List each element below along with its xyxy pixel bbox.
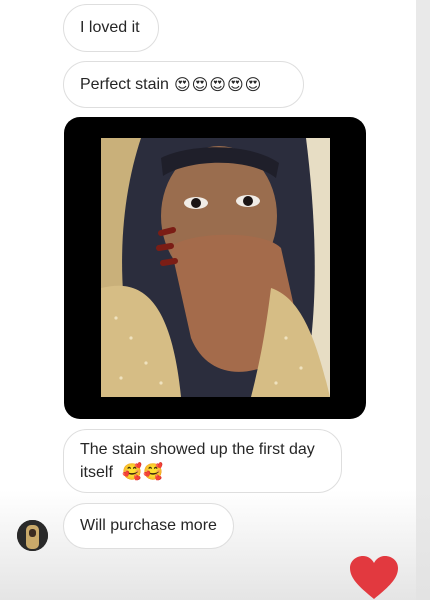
message-bubble[interactable]: I loved it <box>63 4 159 52</box>
message-bubble[interactable]: The stain showed up the first day itself… <box>63 429 342 493</box>
avatar-icon <box>17 520 48 551</box>
photo-message[interactable] <box>64 117 366 419</box>
message-text: Perfect stain <box>80 75 169 93</box>
shared-photo <box>101 138 330 397</box>
message-text: I loved it <box>80 19 140 36</box>
smiling-hearts-emoji: 🥰🥰 <box>122 461 165 481</box>
heart-eyes-emoji: 😍😍😍😍😍 <box>173 74 263 94</box>
message-bubble[interactable]: Will purchase more <box>63 503 234 549</box>
message-text: Will purchase more <box>80 517 217 534</box>
heart-icon[interactable] <box>350 556 398 600</box>
message-text: The stain showed up the first day itself… <box>80 440 315 481</box>
message-bubble[interactable]: Perfect stain 😍😍😍😍😍 <box>63 61 304 108</box>
avatar[interactable] <box>17 520 48 551</box>
